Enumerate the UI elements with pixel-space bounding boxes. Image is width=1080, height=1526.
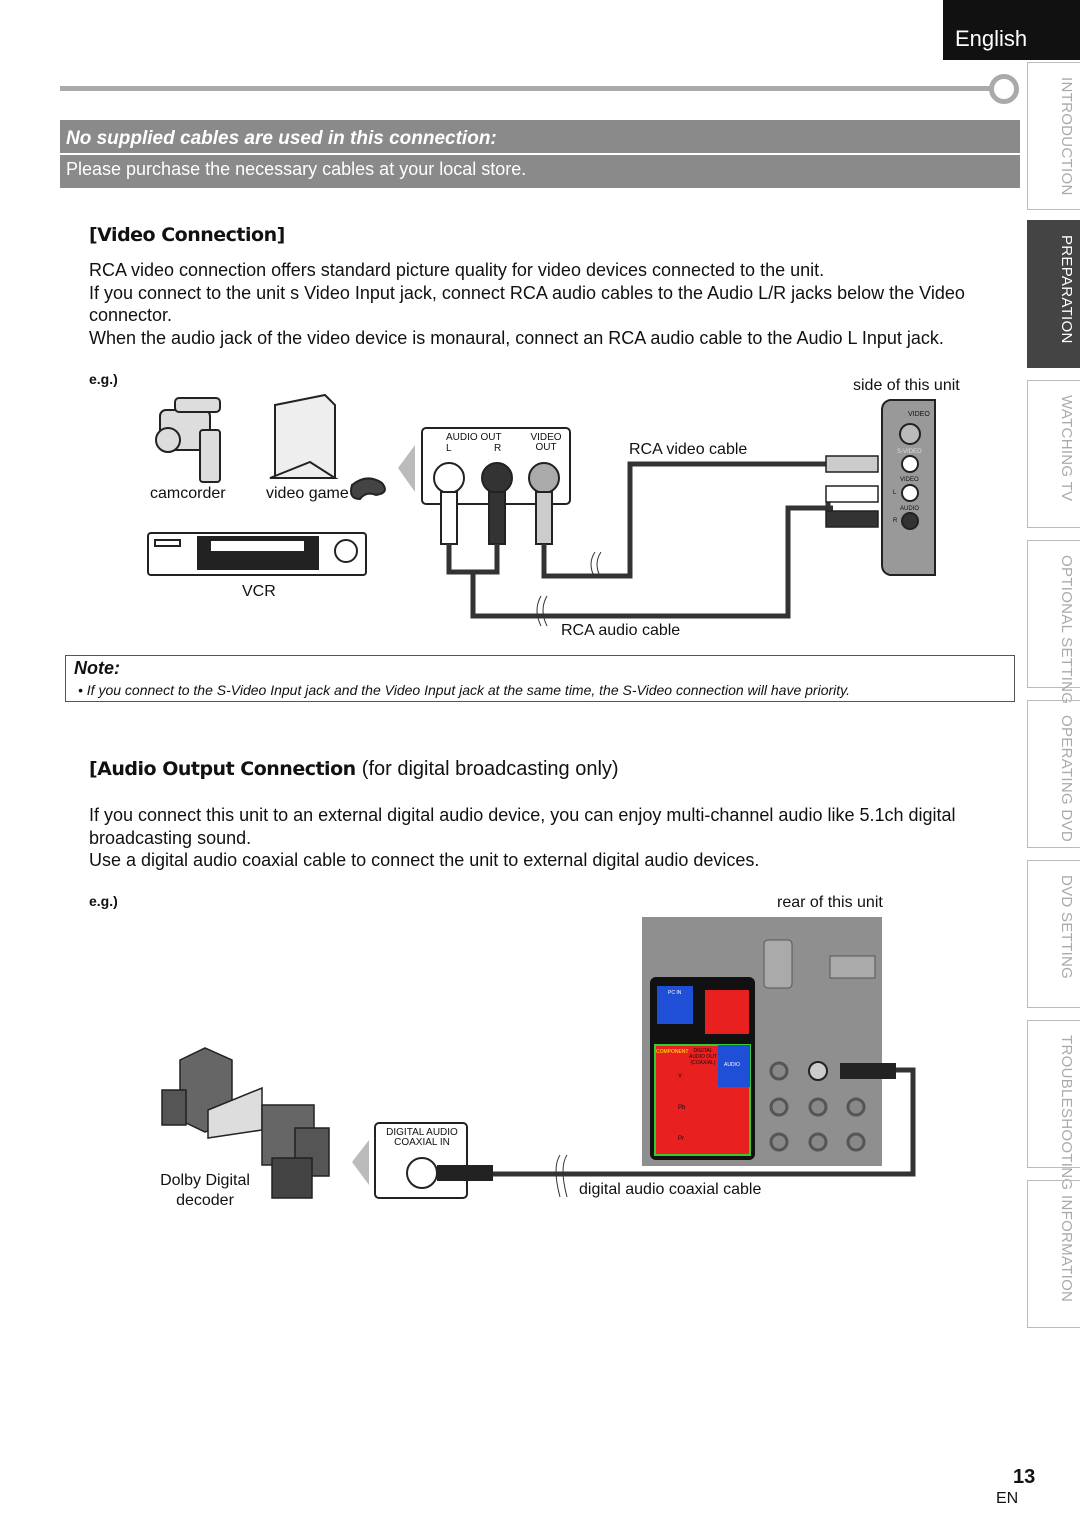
vcr-icon: [147, 532, 367, 576]
camcorder-icon: [155, 397, 221, 483]
unit-svideo-label: S-VIDEO: [897, 449, 922, 455]
note-box: Note: • If you connect to the S-Video In…: [65, 655, 1015, 702]
rear-component-label: COMPONENT: [656, 1049, 689, 1055]
vcr-label: VCR: [242, 583, 276, 600]
rear-y-label: Y: [678, 1074, 683, 1080]
rear-pc-in-label: PC IN: [668, 990, 682, 996]
audio-l-label: L: [446, 443, 452, 454]
rca-audio-cable-label: RCA audio cable: [561, 622, 681, 639]
tab-operating-dvd[interactable]: OPERATING DVD: [1027, 700, 1080, 848]
arrow-icon: [352, 1140, 369, 1185]
decoder-label: Dolby Digital decoder: [160, 1172, 250, 1209]
page-lang: EN: [996, 1490, 1019, 1507]
unit-audio-label: AUDIO: [900, 506, 920, 512]
rear-audio-label: AUDIO: [724, 1062, 740, 1068]
unit-l-label: L: [893, 490, 897, 496]
unit-r-label: R: [893, 518, 898, 524]
rear-pb-label: Pb: [678, 1105, 686, 1111]
audio-out-label: AUDIO OUT: [446, 432, 502, 443]
unit-video-jack-label: VIDEO: [900, 477, 919, 483]
video-game-icon: [269, 393, 386, 501]
rca-video-cable-label: RCA video cable: [629, 441, 748, 458]
audio-paragraph: If you connect this unit to an external …: [89, 805, 956, 870]
note-bullet: • If you connect to the S-Video Input ja…: [78, 682, 850, 698]
arrow-icon: [398, 445, 415, 492]
page-number: 13: [1013, 1466, 1036, 1488]
coaxial-cable-label: digital audio coaxial cable: [579, 1181, 762, 1198]
rear-pr-label: Pr: [678, 1136, 684, 1142]
video-connection-diagram: [147, 393, 936, 627]
audio-heading: [Audio Output Connection (for digital br…: [89, 758, 619, 780]
coaxial-in-label: DIGITAL AUDIO COAXIAL IN: [386, 1127, 458, 1148]
audio-r-label: R: [494, 443, 502, 454]
video-out-label: VIDEO OUT: [530, 432, 562, 453]
unit-video-label: VIDEO: [908, 411, 930, 418]
camcorder-label: camcorder: [150, 485, 226, 502]
rear-digital-out-label: DIGITAL AUDIO OUT (COAXIAL): [689, 1048, 717, 1066]
video-game-label: video game: [266, 485, 349, 502]
note-title: Note:: [74, 658, 120, 678]
